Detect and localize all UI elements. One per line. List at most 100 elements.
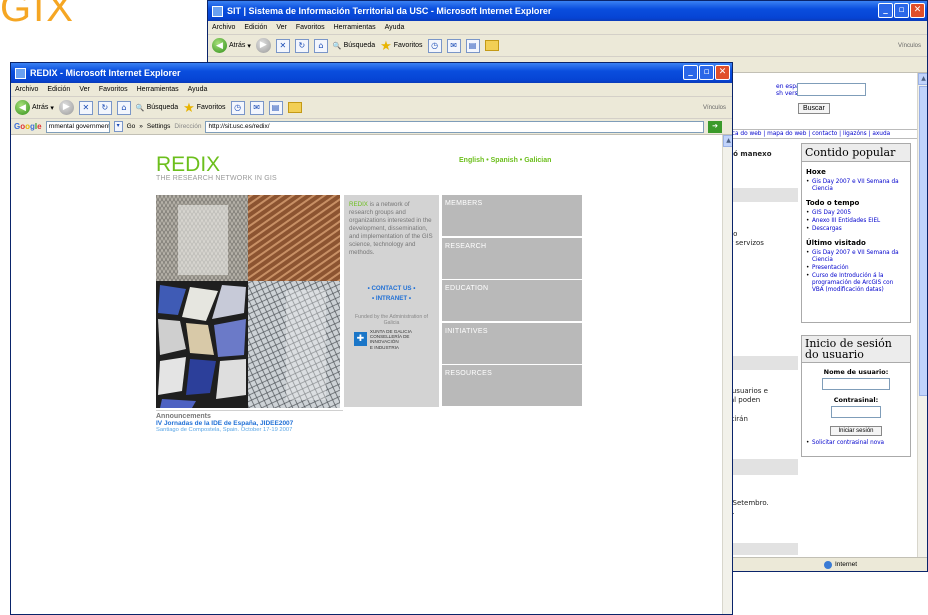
address-input[interactable]: http://sit.usc.es/redix/ [205, 120, 704, 133]
username-input[interactable] [822, 378, 890, 390]
back-button[interactable]: ◀ Atrás ▾ [212, 38, 251, 53]
refresh-icon[interactable]: ↻ [97, 100, 112, 115]
mail-icon[interactable]: ✉ [446, 38, 461, 53]
mosaic-image [156, 195, 340, 408]
popular-link[interactable]: Gis Day 2007 e VII Semana da Ciencia [806, 179, 906, 193]
nav-resources[interactable]: RESOURCES [442, 365, 582, 407]
announcement-detail: Santiago de Compostela, Spain. October 1… [156, 427, 293, 433]
redix-scrollbar[interactable]: ▲ [722, 135, 732, 614]
contact-us-link[interactable]: • CONTACT US • [349, 285, 434, 292]
announcements-heading: Announcements [156, 413, 211, 420]
header-photo-mosaic [156, 195, 340, 408]
redix-addressbar: Google rnmental government ▾ Go » Settin… [11, 119, 732, 135]
refresh-icon[interactable]: ↻ [294, 38, 309, 53]
nav-education[interactable]: EDUCATION [442, 280, 582, 322]
popular-link[interactable]: Anexo III Entidades EIEL [806, 218, 906, 225]
menu-ver[interactable]: Ver [79, 86, 90, 93]
intranet-link[interactable]: • INTRANET • [349, 295, 434, 302]
maximize-button[interactable]: ▫ [894, 3, 909, 18]
menu-edicion[interactable]: Edición [244, 24, 267, 31]
google-go-button[interactable]: Go [127, 123, 136, 130]
xunta-logo: ✚ XUNTA DE GALICIA CONSELLERÍA DE INNOVA… [354, 329, 434, 350]
menu-herramientas[interactable]: Herramientas [137, 86, 179, 93]
menu-archivo[interactable]: Archivo [15, 86, 38, 93]
redix-description-panel: REDIX is a network of research groups an… [344, 195, 439, 407]
redix-browser-window[interactable]: REDIX - Microsoft Internet Explorer _ ▫ … [10, 62, 733, 615]
sit-scrollbar[interactable]: ▲ [917, 73, 927, 557]
nav-initiatives[interactable]: INITIATIVES [442, 322, 582, 364]
menu-ver[interactable]: Ver [276, 24, 287, 31]
nav-research[interactable]: RESEARCH [442, 237, 582, 279]
stop-icon[interactable]: ✕ [275, 38, 290, 53]
links-label[interactable]: Vínculos [898, 43, 921, 49]
redix-subtitle: THE RESEARCH NETWORK IN GIS [156, 175, 277, 182]
login-button[interactable]: Iniciar sesión [830, 426, 882, 436]
forward-button[interactable]: ▶ [58, 100, 74, 115]
scroll-up-arrow[interactable]: ▲ [918, 73, 927, 85]
mail-icon[interactable]: ✉ [249, 100, 264, 115]
home-icon[interactable]: ⌂ [116, 100, 131, 115]
menu-ayuda[interactable]: Ayuda [385, 24, 405, 31]
history-icon[interactable]: ◷ [427, 38, 442, 53]
links-label[interactable]: Vínculos [703, 105, 726, 111]
folder-icon[interactable] [484, 40, 499, 51]
home-icon[interactable]: ⌂ [313, 38, 328, 53]
menu-favoritos[interactable]: Favoritos [296, 24, 325, 31]
google-search-input[interactable]: rnmental government [45, 120, 110, 133]
popular-link[interactable]: Presentación [806, 265, 906, 272]
password-input[interactable] [831, 406, 881, 418]
forward-button[interactable]: ▶ [255, 38, 271, 53]
sit-search-input[interactable] [797, 83, 866, 96]
announcement-link[interactable]: IV Jornadas de la IDE de España, JIDEE20… [156, 420, 343, 427]
popular-last-heading: Último visitado [806, 239, 866, 247]
popular-content-box: Contido popular Hoxe Gis Day 2007 e VII … [801, 143, 911, 323]
popular-link[interactable]: GIS Day 2005 [806, 210, 906, 217]
search-button[interactable]: 🔍 Búsqueda [136, 104, 178, 112]
sit-titlebar[interactable]: SIT | Sistema de Información Territorial… [208, 1, 927, 21]
sit-search-button[interactable]: Buscar [798, 103, 830, 114]
star-icon: ★ [380, 38, 392, 53]
folder-icon[interactable] [287, 102, 302, 113]
popular-link[interactable]: Curso de Introdución á la programación d… [806, 273, 906, 294]
minimize-button[interactable]: _ [683, 65, 698, 80]
minimize-button[interactable]: _ [878, 3, 893, 18]
google-settings-button[interactable]: Settings [147, 123, 171, 130]
forgot-password-link[interactable]: Solicitar contrasinal nova [806, 440, 906, 447]
scroll-up-arrow[interactable]: ▲ [723, 135, 732, 147]
sit-gray-band [726, 356, 798, 370]
sit-window-title: SIT | Sistema de Información Territorial… [227, 6, 552, 16]
popular-link[interactable]: Gis Day 2007 e VII Semana da Ciencia [806, 250, 906, 264]
maximize-button[interactable]: ▫ [699, 65, 714, 80]
scroll-thumb[interactable] [919, 86, 927, 396]
close-button[interactable]: ✕ [910, 3, 925, 18]
chevron-right-icon[interactable]: » [139, 123, 143, 130]
dropdown-arrow-icon[interactable]: ▾ [113, 121, 123, 132]
back-button[interactable]: ◀ Atrás ▾ [15, 100, 54, 115]
history-icon[interactable]: ◷ [230, 100, 245, 115]
stop-icon[interactable]: ✕ [78, 100, 93, 115]
menu-archivo[interactable]: Archivo [212, 24, 235, 31]
popular-title: Contido popular [802, 144, 910, 162]
popular-link[interactable]: Descargas [806, 226, 906, 233]
google-logo: Google [14, 122, 42, 131]
description-text: REDIX is a network of research groups an… [349, 201, 433, 256]
menu-ayuda[interactable]: Ayuda [188, 86, 208, 93]
language-links[interactable]: English • Spanish • Galician [459, 157, 551, 164]
menu-edicion[interactable]: Edición [47, 86, 70, 93]
password-label: Contrasinal: [833, 396, 879, 404]
print-icon[interactable]: ▤ [268, 100, 283, 115]
menu-herramientas[interactable]: Herramientas [334, 24, 376, 31]
sit-nav-links[interactable]: erca do web | mapa do web | contacto | l… [726, 129, 917, 139]
go-button[interactable]: ➔ [708, 120, 722, 133]
favorites-button[interactable]: ★ Favoritos [380, 39, 422, 52]
redix-titlebar[interactable]: REDIX - Microsoft Internet Explorer _ ▫ … [11, 63, 732, 83]
print-icon[interactable]: ▤ [465, 38, 480, 53]
nav-members[interactable]: MEMBERS [442, 195, 582, 236]
address-label: Dirección [174, 123, 202, 130]
menu-favoritos[interactable]: Favoritos [99, 86, 128, 93]
search-button[interactable]: 🔍 Búsqueda [333, 42, 375, 50]
popular-alltime-heading: Todo o tempo [806, 199, 860, 207]
brand-logo: GIX [0, 0, 75, 30]
favorites-button[interactable]: ★ Favoritos [183, 101, 225, 114]
close-button[interactable]: ✕ [715, 65, 730, 80]
